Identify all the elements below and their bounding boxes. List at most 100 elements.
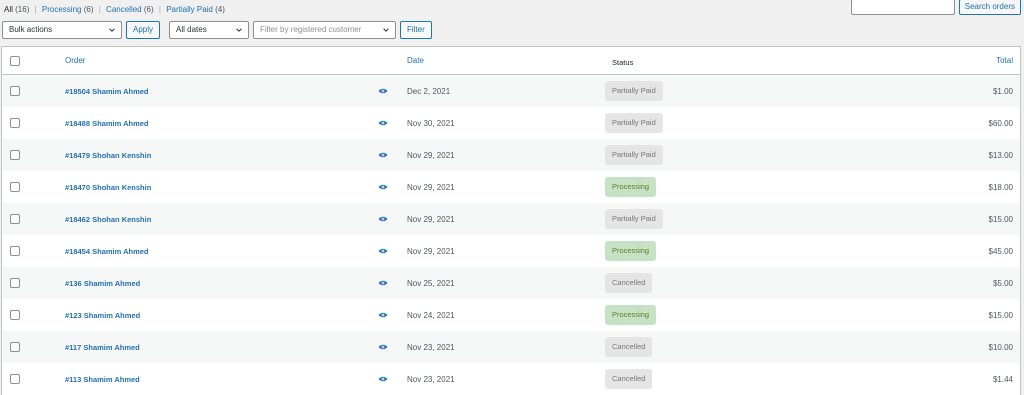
order-total: $1.44 <box>992 375 1013 384</box>
status-badge: Cancelled <box>605 273 653 293</box>
table-row[interactable]: #18454 Shamim Ahmed Nov 29, 2021 Processin… <box>2 235 1020 267</box>
row-checkbox[interactable] <box>10 374 20 384</box>
eye-icon[interactable] <box>378 279 388 287</box>
status-badge: Cancelled <box>605 337 653 357</box>
row-checkbox[interactable] <box>10 342 20 352</box>
table-row[interactable]: #136 Shamim Ahmed Nov 25, 2021 Cancelled $5… <box>2 267 1020 299</box>
table-row[interactable]: #117 Shamim Ahmed Nov 23, 2021 Cancelled $1… <box>2 331 1020 363</box>
order-date: Nov 30, 2021 <box>407 119 455 128</box>
eye-icon[interactable] <box>378 87 388 95</box>
order-total: $10.00 <box>988 343 1013 352</box>
column-header-total[interactable]: Total <box>996 56 1013 65</box>
view-partially-paid-link[interactable]: Partially Paid <box>166 5 213 14</box>
customer-filter-placeholder: Filter by registered customer <box>260 25 362 34</box>
eye-icon[interactable] <box>378 119 388 127</box>
status-badge: Processing <box>605 305 657 325</box>
order-link[interactable]: #136 Shamim Ahmed <box>65 279 140 288</box>
dates-value: All dates <box>176 25 207 34</box>
order-link[interactable]: #18454 Shamim Ahmed <box>65 247 149 256</box>
eye-icon[interactable] <box>378 183 388 191</box>
row-checkbox[interactable] <box>10 118 20 128</box>
order-link[interactable]: #113 Shamim Ahmed <box>65 375 140 384</box>
order-link[interactable]: #18462 Shohan Kenshin <box>65 215 151 224</box>
order-link[interactable]: #18479 Shohan Kenshin <box>65 151 151 160</box>
table-row[interactable]: #123 Shamim Ahmed Nov 24, 2021 Processing $… <box>2 299 1020 331</box>
view-partially-paid-count: (4) <box>215 5 225 14</box>
customer-filter-select[interactable]: Filter by registered customer <box>253 21 397 39</box>
search-orders-button[interactable]: Search orders <box>958 0 1021 15</box>
order-status-views: All (16) | Processing (6) | Cancelled (6… <box>4 5 225 14</box>
eye-icon[interactable] <box>378 375 388 383</box>
order-date: Nov 24, 2021 <box>407 311 455 320</box>
order-date: Nov 29, 2021 <box>407 183 455 192</box>
row-checkbox[interactable] <box>10 214 20 224</box>
select-all-checkbox[interactable] <box>10 56 20 66</box>
table-filters: Bulk actions Apply All dates Filter by r… <box>2 21 432 39</box>
view-processing-link[interactable]: Processing <box>42 5 82 14</box>
status-badge: Partially Paid <box>605 113 663 133</box>
dates-select[interactable]: All dates <box>169 21 250 39</box>
order-total: $15.00 <box>988 215 1013 224</box>
row-checkbox[interactable] <box>10 86 20 96</box>
apply-button[interactable]: Apply <box>126 21 161 39</box>
order-link[interactable]: #18504 Shamim Ahmed <box>65 87 149 96</box>
status-badge: Partially Paid <box>605 145 663 165</box>
bulk-actions-select[interactable]: Bulk actions <box>2 21 122 39</box>
table-row[interactable]: #18479 Shohan Kenshin Nov 29, 2021 Partial… <box>2 139 1020 171</box>
table-row[interactable]: #113 Shamim Ahmed Nov 23, 2021 Cancelled $1… <box>2 363 1020 395</box>
row-checkbox[interactable] <box>10 150 20 160</box>
search-box: Search orders <box>850 0 1021 15</box>
order-link[interactable]: #117 Shamim Ahmed <box>65 343 140 352</box>
order-total: $45.00 <box>988 247 1013 256</box>
view-cancelled-count: (6) <box>143 5 154 14</box>
row-checkbox[interactable] <box>10 246 20 256</box>
table-row[interactable]: #18504 Shamim Ahmed Dec 2, 2021 Partially … <box>2 75 1020 107</box>
order-total: $13.00 <box>988 151 1013 160</box>
table-row[interactable]: #18470 Shohan Kenshin Nov 29, 2021 Process… <box>2 171 1020 203</box>
eye-icon[interactable] <box>378 247 388 255</box>
order-link[interactable]: #18488 Shamim Ahmed <box>65 119 149 128</box>
order-date: Dec 2, 2021 <box>407 87 451 96</box>
order-link[interactable]: #18470 Shohan Kenshin <box>65 183 151 192</box>
filter-button[interactable]: Filter <box>400 21 432 39</box>
view-all-count: (16) <box>15 5 30 14</box>
column-header-order[interactable]: Order <box>65 56 85 65</box>
order-total: $18.00 <box>988 183 1013 192</box>
chevron-down-icon <box>236 28 242 32</box>
view-separator: | <box>98 5 101 14</box>
view-all-label[interactable]: All <box>4 5 13 14</box>
view-processing-count: (6) <box>83 5 94 14</box>
order-total: $1.00 <box>992 87 1013 96</box>
row-checkbox[interactable] <box>10 310 20 320</box>
table-row[interactable]: #18462 Shohan Kenshin Nov 29, 2021 Partial… <box>2 203 1020 235</box>
bulk-actions-value: Bulk actions <box>9 25 53 34</box>
table-row[interactable]: #18488 Shamim Ahmed Nov 30, 2021 Partially… <box>2 107 1020 139</box>
order-date: Nov 23, 2021 <box>407 343 455 352</box>
view-cancelled-link[interactable]: Cancelled <box>106 5 142 14</box>
order-date: Nov 29, 2021 <box>407 215 455 224</box>
order-date: Nov 29, 2021 <box>407 151 455 160</box>
order-date: Nov 25, 2021 <box>407 279 455 288</box>
view-separator: | <box>158 5 161 14</box>
column-header-status: Status <box>612 58 634 67</box>
eye-icon[interactable] <box>378 215 388 223</box>
order-date: Nov 29, 2021 <box>407 247 455 256</box>
chevron-down-icon <box>109 28 115 32</box>
view-separator: | <box>34 5 37 14</box>
eye-icon[interactable] <box>378 343 388 351</box>
eye-icon[interactable] <box>378 151 388 159</box>
eye-icon[interactable] <box>378 311 388 319</box>
chevron-down-icon <box>383 28 389 32</box>
order-total: $15.00 <box>988 311 1013 320</box>
status-badge: Cancelled <box>605 369 653 389</box>
order-link[interactable]: #123 Shamim Ahmed <box>65 311 140 320</box>
status-badge: Processing <box>605 241 657 261</box>
row-checkbox[interactable] <box>10 278 20 288</box>
row-checkbox[interactable] <box>10 182 20 192</box>
search-input[interactable] <box>850 0 955 15</box>
order-total: $5.00 <box>992 279 1013 288</box>
column-header-date[interactable]: Date <box>407 56 424 65</box>
status-badge: Processing <box>605 177 657 197</box>
status-badge: Partially Paid <box>605 81 663 101</box>
table-header: Order Date Status Total <box>2 47 1020 75</box>
